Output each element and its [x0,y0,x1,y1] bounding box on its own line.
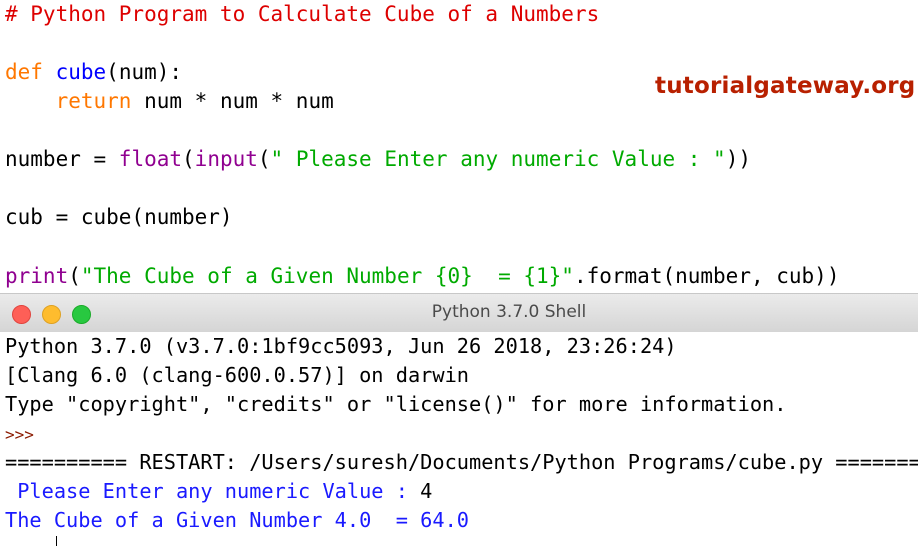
builtin-input: input [194,147,258,171]
def-params: (num): [106,60,183,84]
input-prompt: Please Enter any numeric Value : [5,479,421,503]
code-line-print: print("The Cube of a Given Number {0} = … [5,262,839,291]
paren: )) [725,147,751,171]
input-line: Please Enter any numeric Value : 4 [5,477,432,506]
result-line: The Cube of a Given Number 4.0 = 64.0 [5,508,469,532]
shell-prompt: >>> [5,425,34,444]
banner-line: Python 3.7.0 (v3.7.0:1bf9cc5093, Jun 26 … [5,334,677,358]
restart-line: ========== RESTART: /Users/suresh/Docume… [5,450,918,474]
builtin-float: float [118,147,183,171]
input-value: 4 [420,479,433,503]
builtin-print: print [5,264,69,288]
return-expr: num * num * num [131,89,334,113]
string-literal: "The Cube of a Given Number {0} = {1}" [80,264,574,288]
paren: ( [182,147,195,171]
code-line-number: number = float(input(" Please Enter any … [5,145,751,174]
code-comment: # Python Program to Calculate Cube of a … [5,2,600,26]
shell-output[interactable]: Python 3.7.0 (v3.7.0:1bf9cc5093, Jun 26 … [0,332,918,546]
banner-line: Type "copyright", "credits" or "license(… [5,392,787,416]
keyword-def: def [5,60,43,84]
code-line-def: def cube(num): [5,58,182,87]
shell-title-bar[interactable]: Python 3.7.0 Shell [0,293,918,333]
paren: ( [68,264,81,288]
watermark-logo: tutorialgateway.org [655,73,916,99]
window-title: Python 3.7.0 Shell [431,302,587,322]
code-line-cub: cub = cube(number) [5,205,233,229]
keyword-return: return [55,89,132,113]
code-line-return: return num * num * num [5,87,334,116]
code-editor[interactable]: # Python Program to Calculate Cube of a … [0,0,918,293]
format-call: .format(number, cub)) [573,264,840,288]
assign: number = [5,147,119,171]
paren: ( [257,147,271,171]
banner-line: [Clang 6.0 (clang-600.0.57)] on darwin [5,363,469,387]
string-literal: " Please Enter any numeric Value : " [270,147,726,171]
function-name: cube [55,60,107,84]
